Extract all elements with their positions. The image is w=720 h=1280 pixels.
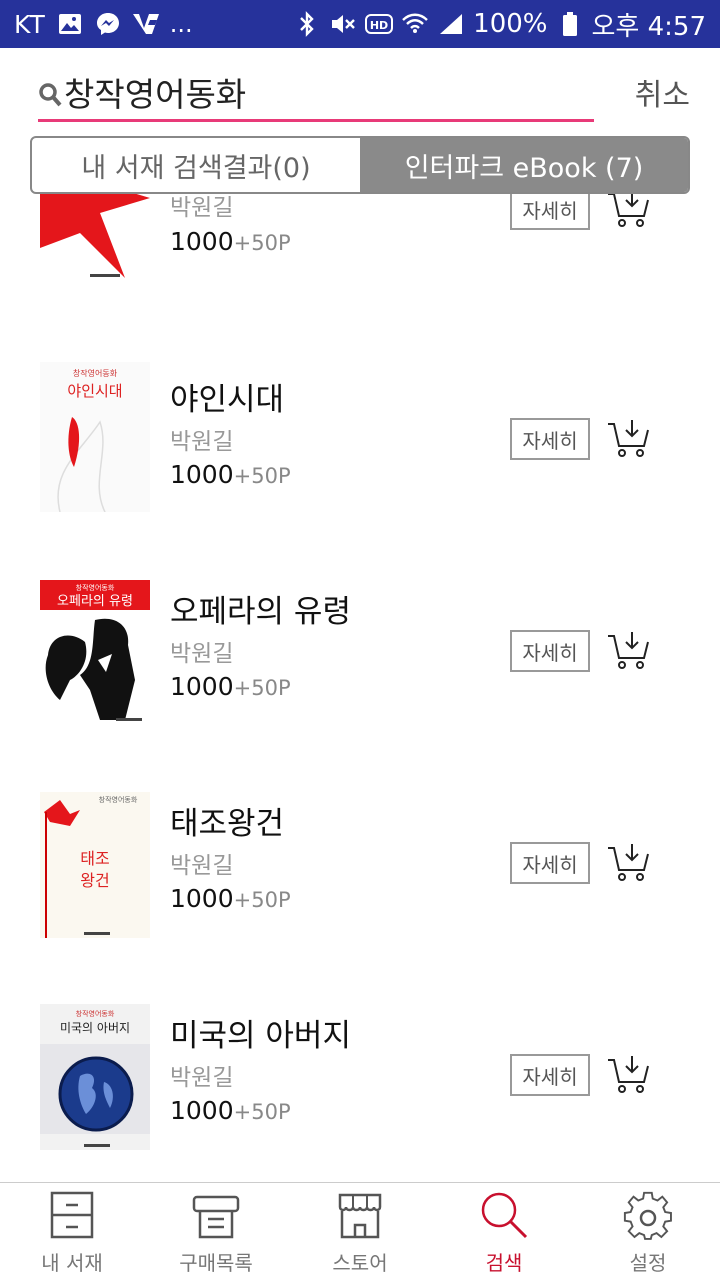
- nav-store[interactable]: 스토어: [288, 1183, 432, 1280]
- cart-download-icon[interactable]: [606, 188, 652, 230]
- tab-interpark-ebook[interactable]: 인터파크 eBook (7): [360, 138, 688, 192]
- search-bar: [38, 64, 594, 122]
- cover-series-text: 창작영어동화: [76, 583, 115, 592]
- reward-points: +50P: [233, 888, 291, 912]
- search-icon: [481, 1192, 528, 1239]
- list-item[interactable]: 창작영어동화 오페라의 유령 오페라의 유령 박원길 1000+50P 자세히: [0, 566, 720, 778]
- nav-search[interactable]: 검색: [432, 1183, 576, 1280]
- list-item[interactable]: 창작영어동화 야인시대 야인시대 박원길 1000+50P 자세히: [0, 354, 720, 566]
- book-price: 1000+50P: [170, 460, 291, 489]
- carrier-label: KT: [14, 9, 46, 39]
- nav-purchase-list[interactable]: 구매목록: [144, 1183, 288, 1280]
- book-author: 박원길: [170, 641, 234, 667]
- book-title[interactable]: 미국의 아버지: [170, 1010, 351, 1055]
- hd-icon: HD: [365, 10, 394, 38]
- bottom-navigation: 내 서재 구매목록 스토어 검색 설정: [0, 1182, 720, 1280]
- result-tabs: 내 서재 검색결과(0) 인터파크 eBook (7): [30, 136, 690, 194]
- nav-label: 설정: [629, 1251, 667, 1275]
- book-cover: 창작영어동화 야인시대: [40, 362, 150, 512]
- nav-my-library[interactable]: 내 서재: [0, 1183, 144, 1280]
- search-results-list[interactable]: 박원길 1000+50P 자세히 창작영어동화 야인시대 야인시대 박원길 10…: [0, 160, 720, 1182]
- book-title[interactable]: 야인시대: [170, 374, 284, 419]
- bluetooth-icon: [293, 10, 321, 38]
- receipt-icon: [192, 1195, 240, 1239]
- status-left: KT ...: [14, 10, 193, 39]
- detail-button[interactable]: 자세히: [510, 418, 590, 460]
- cover-series-text: 창작영어동화: [73, 368, 118, 378]
- clock: 오후 4:57: [591, 11, 707, 42]
- wifi-icon: [401, 10, 429, 38]
- reward-points: +50P: [233, 1100, 291, 1124]
- store-icon: [338, 1193, 382, 1239]
- cancel-button[interactable]: 취소: [635, 70, 690, 114]
- book-price: 1000+50P: [170, 1096, 291, 1125]
- nav-label: 스토어: [332, 1251, 388, 1275]
- book-cover: 창작영어동화 오페라의 유령: [40, 580, 150, 726]
- book-title[interactable]: 오페라의 유령: [170, 586, 351, 631]
- cart-download-icon[interactable]: [606, 842, 652, 884]
- nav-label: 구매목록: [179, 1251, 253, 1275]
- bookshelf-icon: [50, 1191, 94, 1239]
- nav-label: 검색: [485, 1251, 523, 1275]
- cover-series-text: 창작영어동화: [76, 1009, 115, 1018]
- reward-points: +50P: [233, 464, 291, 488]
- signal-icon: [437, 10, 465, 38]
- reward-points: +50P: [233, 231, 291, 255]
- book-cover: 창작영어동화 미국의 아버지: [40, 1004, 150, 1150]
- detail-button[interactable]: 자세히: [510, 842, 590, 884]
- book-price: 1000+50P: [170, 884, 291, 913]
- detail-button[interactable]: 자세히: [510, 1054, 590, 1096]
- gallery-icon: [56, 10, 84, 38]
- nav-settings[interactable]: 설정: [576, 1183, 720, 1280]
- battery-icon: [556, 10, 584, 38]
- price-value: 1000: [170, 227, 234, 256]
- nav-label: 내 서재: [41, 1251, 103, 1275]
- detail-button[interactable]: 자세히: [510, 188, 590, 230]
- cover-series-text: 창작영어동화: [99, 795, 138, 804]
- search-input[interactable]: [64, 72, 564, 111]
- cart-download-icon[interactable]: [606, 1054, 652, 1096]
- battery-percent: 100%: [473, 9, 548, 39]
- svg-text:HD: HD: [370, 19, 388, 32]
- book-cover: 창작영어동화 태조 왕건: [40, 792, 150, 938]
- mute-icon: [329, 10, 357, 38]
- status-right: HD 100% 오후 4:57: [293, 6, 706, 43]
- tab-my-library-results[interactable]: 내 서재 검색결과(0): [32, 138, 360, 192]
- book-price: 1000+50P: [170, 227, 291, 256]
- list-item[interactable]: 창작영어동화 미국의 아버지 미국의 아버지 박원길 1000+50P 자세히: [0, 990, 720, 1182]
- book-author: 박원길: [170, 429, 234, 455]
- price-value: 1000: [170, 884, 234, 913]
- list-item[interactable]: 창작영어동화 태조 왕건 태조왕건 박원길 1000+50P 자세히: [0, 778, 720, 990]
- price-value: 1000: [170, 460, 234, 489]
- app-v-icon: [132, 10, 160, 38]
- more-notifications: ...: [169, 10, 193, 38]
- reward-points: +50P: [233, 676, 291, 700]
- cover-title-text: 미국의 아버지: [60, 1021, 130, 1035]
- search-icon: [38, 82, 62, 108]
- cover-title-text: 오페라의 유령: [57, 594, 133, 609]
- gear-icon: [623, 1191, 672, 1240]
- book-author: 박원길: [170, 853, 234, 879]
- cover-title-line2: 왕건: [80, 871, 109, 890]
- cover-title-line1: 태조: [80, 849, 109, 868]
- messenger-icon: [94, 10, 122, 38]
- app-screen: KT ... HD 100% 오후 4:57 창작영어동화 취소 내 서재 검색…: [0, 0, 720, 1280]
- price-value: 1000: [170, 672, 234, 701]
- book-price: 1000+50P: [170, 672, 291, 701]
- cover-title-text: 야인시대: [67, 382, 122, 400]
- cart-download-icon[interactable]: [606, 418, 652, 460]
- cart-download-icon[interactable]: [606, 630, 652, 672]
- book-author: 박원길: [170, 1065, 234, 1091]
- book-title[interactable]: 태조왕건: [170, 798, 284, 843]
- detail-button[interactable]: 자세히: [510, 630, 590, 672]
- price-value: 1000: [170, 1096, 234, 1125]
- status-bar: KT ... HD 100% 오후 4:57: [0, 0, 720, 48]
